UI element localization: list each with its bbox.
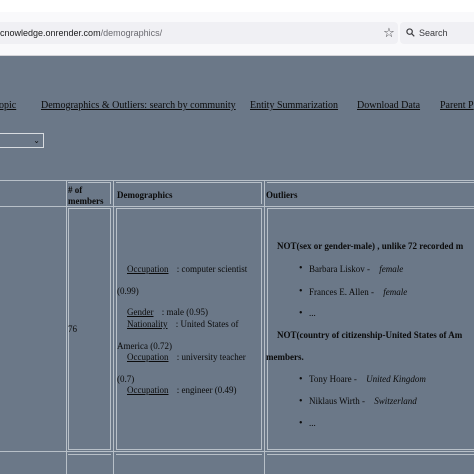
nav-link-parent[interactable]: Parent P bbox=[440, 100, 474, 111]
bullet-icon: • bbox=[299, 308, 303, 319]
demographic-entry: Occupation : university teacher bbox=[127, 352, 246, 363]
outlier-value: Switzerland bbox=[374, 396, 417, 406]
demographic-score: (0.99) bbox=[117, 286, 139, 296]
outlier-heading: NOT(sex or gender-male) , unlike 72 reco… bbox=[277, 241, 464, 251]
browser-tab-strip bbox=[0, 0, 474, 12]
outlier-name: Tony Hoare - bbox=[309, 374, 357, 384]
header-outliers: Outliers bbox=[266, 190, 298, 200]
demographic-value: : United States of bbox=[175, 319, 239, 329]
chevron-down-icon: ⌄ bbox=[33, 136, 40, 145]
demographic-value: : engineer (0.49) bbox=[176, 385, 237, 395]
member-count: 76 bbox=[68, 324, 77, 334]
url-path: /demographics/ bbox=[100, 28, 163, 38]
demographic-value: : computer scientist bbox=[176, 264, 248, 274]
demographic-key-link[interactable]: Gender bbox=[127, 307, 154, 317]
demographic-entry: Nationality : United States of bbox=[127, 319, 239, 330]
outlier-item: Barbara Liskov - female bbox=[309, 264, 403, 275]
outlier-item: Tony Hoare - United Kingdom bbox=[309, 374, 426, 385]
community-select[interactable]: ⌄ bbox=[0, 133, 44, 148]
search-input[interactable]: Search bbox=[400, 22, 474, 44]
demographic-key-link[interactable]: Occupation bbox=[127, 385, 168, 395]
outlier-item: Niklaus Wirth - Switzerland bbox=[309, 396, 417, 407]
demographic-entry: Occupation : engineer (0.49) bbox=[127, 385, 236, 396]
demographic-key-link[interactable]: Occupation bbox=[127, 352, 168, 362]
bullet-icon: • bbox=[299, 374, 303, 385]
demographic-entry: Occupation : computer scientist bbox=[127, 264, 247, 275]
url-host: cnowledge.onrender.com bbox=[0, 28, 101, 38]
demographic-value: : university teacher bbox=[176, 352, 246, 362]
demographic-key-link[interactable]: Nationality bbox=[127, 319, 168, 329]
outlier-name: Niklaus Wirth - bbox=[309, 396, 365, 406]
outlier-heading-continued: members. bbox=[266, 352, 304, 362]
demographic-score: (0.7) bbox=[117, 374, 135, 384]
bullet-icon: • bbox=[299, 263, 303, 274]
outlier-more: ... bbox=[309, 308, 316, 318]
demographic-key-link[interactable]: Occupation bbox=[127, 264, 168, 274]
demographic-value: : male (0.95) bbox=[161, 307, 208, 317]
outlier-value: female bbox=[379, 264, 404, 274]
header-members: # of members bbox=[68, 185, 104, 207]
outlier-item: Frances E. Allen - female bbox=[309, 287, 407, 298]
bookmark-star-icon[interactable]: ☆ bbox=[382, 27, 396, 41]
url-bar[interactable]: cnowledge.onrender.com/demographics/ bbox=[0, 22, 398, 44]
outlier-name: Barbara Liskov - bbox=[309, 264, 370, 274]
demographic-entry: Gender : male (0.95) bbox=[127, 307, 208, 318]
outlier-value: female bbox=[383, 287, 408, 297]
nav-link-demographics[interactable]: Demographics & Outliers: search by commu… bbox=[41, 100, 236, 111]
search-icon bbox=[406, 28, 415, 37]
header-members-line2: members bbox=[68, 196, 104, 206]
demographic-value-continued: America (0.72) bbox=[117, 341, 172, 351]
outlier-value: United Kingdom bbox=[366, 374, 426, 384]
bullet-icon: • bbox=[299, 418, 303, 429]
bullet-icon: • bbox=[299, 396, 303, 407]
browser-toolbar: cnowledge.onrender.com/demographics/ ☆ S… bbox=[0, 12, 474, 56]
header-members-line1: # of bbox=[68, 185, 83, 195]
nav-link-download-data[interactable]: Download Data bbox=[357, 100, 420, 111]
search-placeholder: Search bbox=[419, 28, 448, 38]
outlier-more: ... bbox=[309, 418, 316, 428]
outlier-heading: NOT(country of citizenship-United States… bbox=[277, 330, 463, 340]
bullet-icon: • bbox=[299, 286, 303, 297]
header-demographics: Demographics bbox=[117, 190, 173, 200]
outlier-name: Frances E. Allen - bbox=[309, 287, 374, 297]
nav-link-topic[interactable]: opic bbox=[0, 100, 16, 111]
nav-link-entity-summarization[interactable]: Entity Summarization bbox=[250, 100, 338, 111]
